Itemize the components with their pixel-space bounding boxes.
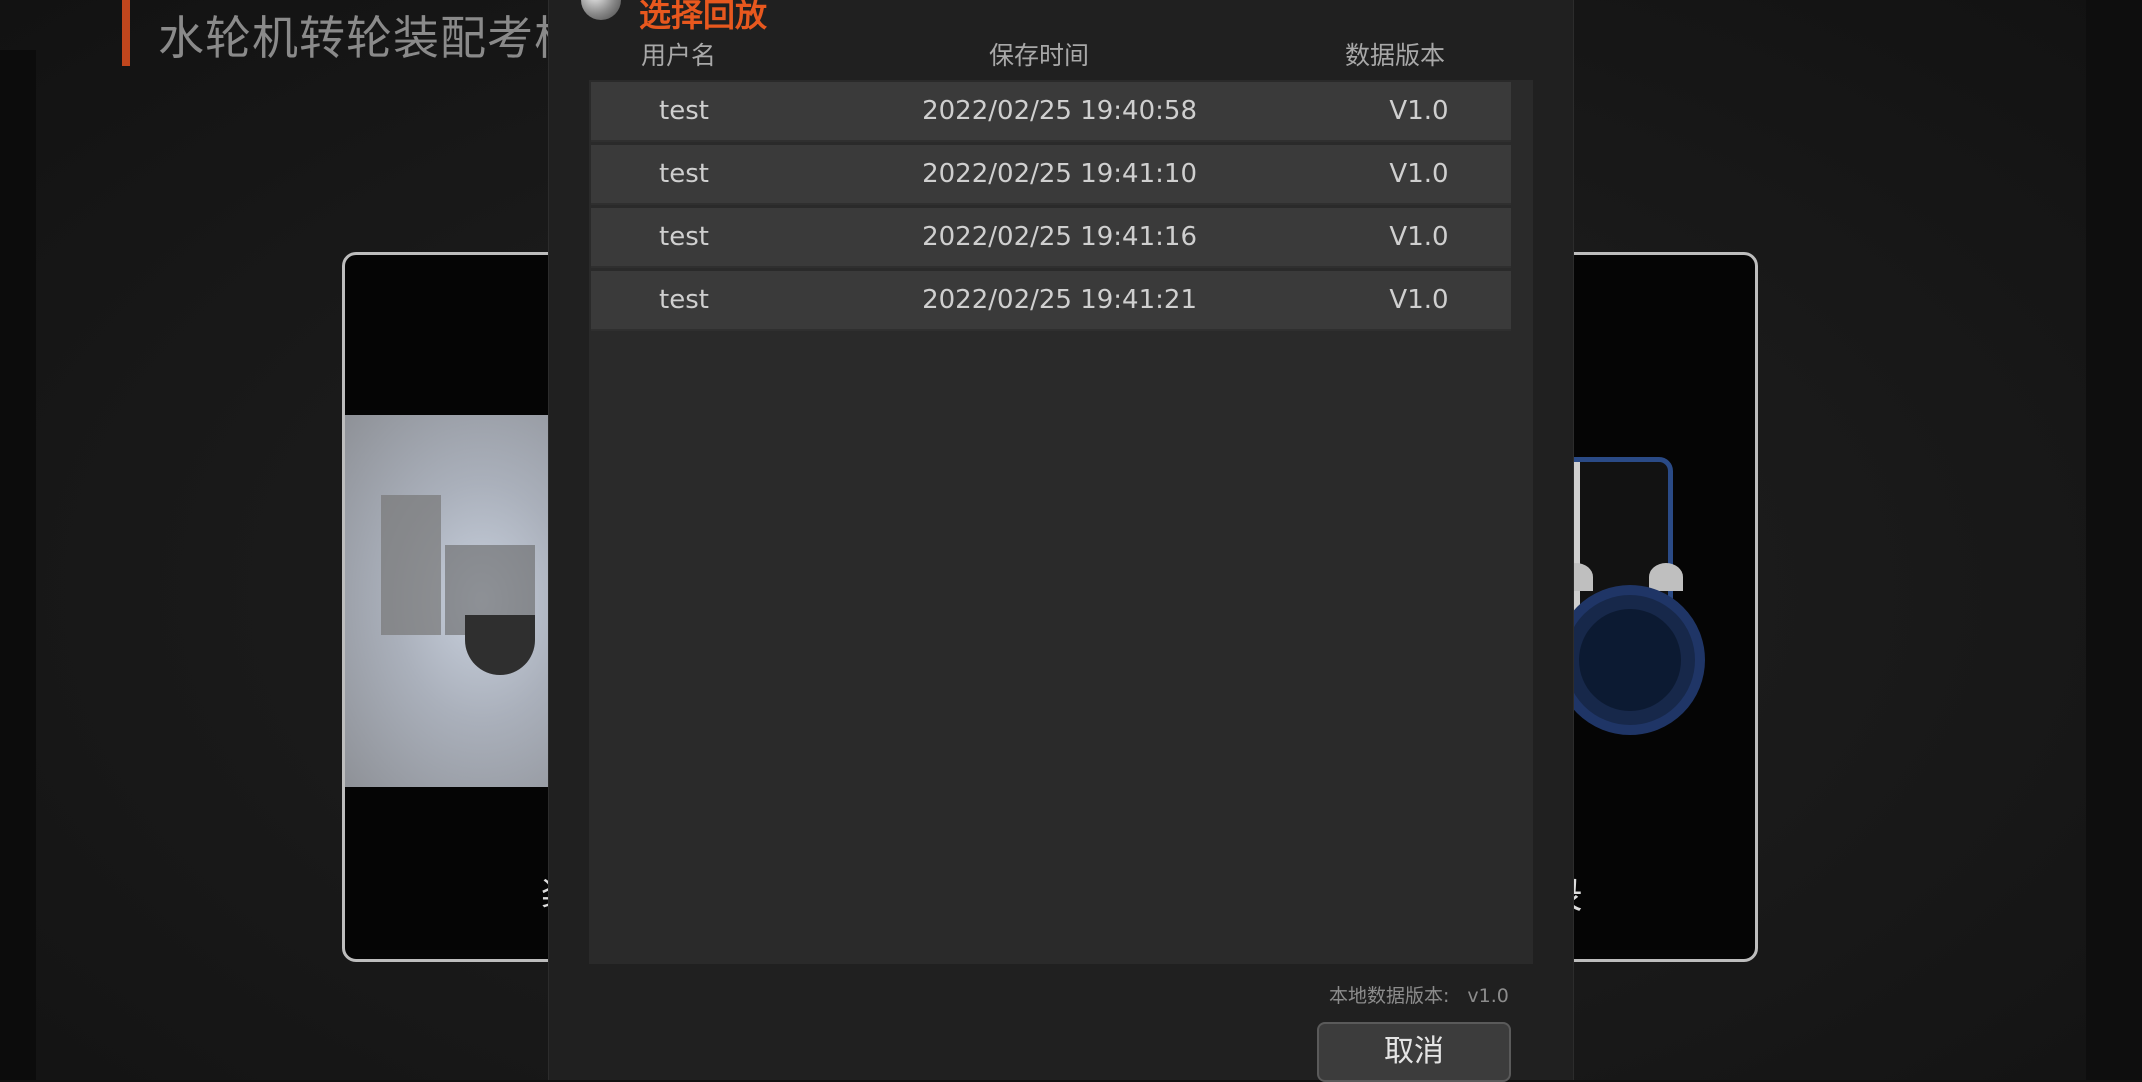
cancel-button[interactable]: 取消 bbox=[1317, 1022, 1511, 1082]
left-edge bbox=[0, 50, 36, 1080]
title-accent-bar bbox=[122, 0, 130, 66]
column-header-time: 保存时间 bbox=[989, 41, 1090, 70]
row-version: V1.0 bbox=[1389, 159, 1449, 189]
local-version-label: 本地数据版本: bbox=[1329, 985, 1450, 1007]
local-data-version: 本地数据版本: v1.0 bbox=[1329, 981, 1509, 1008]
row-version: V1.0 bbox=[1389, 222, 1449, 252]
row-time: 2022/02/25 19:41:10 bbox=[922, 159, 1197, 189]
alarm-clock-icon bbox=[1555, 585, 1705, 735]
row-time: 2022/02/25 19:41:21 bbox=[922, 285, 1197, 315]
table-row[interactable]: test 2022/02/25 19:41:21 V1.0 bbox=[591, 271, 1511, 331]
round-knob-icon bbox=[581, 0, 621, 20]
table-row[interactable]: test 2022/02/25 19:40:58 V1.0 bbox=[591, 82, 1511, 142]
phone-clock-image bbox=[1545, 445, 1755, 805]
table-row[interactable]: test 2022/02/25 19:41:16 V1.0 bbox=[591, 208, 1511, 268]
turbine-model-image bbox=[345, 415, 555, 787]
column-header-version: 数据版本 bbox=[1345, 41, 1446, 70]
page-title: 水轮机转轮装配考核 bbox=[158, 11, 581, 65]
dialog-title: 选择回放 bbox=[639, 0, 768, 34]
column-header-user: 用户名 bbox=[641, 41, 717, 70]
row-version: V1.0 bbox=[1389, 285, 1449, 315]
right-edge bbox=[2086, 0, 2142, 1080]
replay-list: test 2022/02/25 19:40:58 V1.0 test 2022/… bbox=[589, 80, 1533, 964]
replay-select-dialog: 选择回放 用户名 保存时间 数据版本 test 2022/02/25 19:40… bbox=[548, 0, 1574, 1082]
row-time: 2022/02/25 19:40:58 bbox=[922, 96, 1197, 126]
row-time: 2022/02/25 19:41:16 bbox=[922, 222, 1197, 252]
row-version: V1.0 bbox=[1389, 96, 1449, 126]
local-version-value: v1.0 bbox=[1467, 985, 1509, 1007]
table-row[interactable]: test 2022/02/25 19:41:10 V1.0 bbox=[591, 145, 1511, 205]
